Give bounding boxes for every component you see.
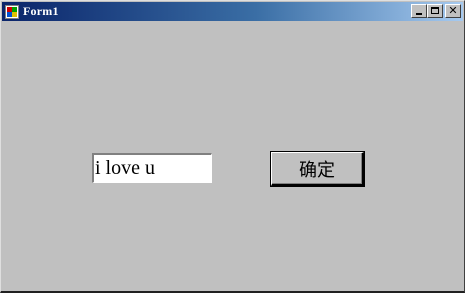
- minimize-icon: [416, 13, 422, 15]
- title-bar[interactable]: Form1 ✕: [2, 2, 463, 21]
- form-window: Form1 ✕ 确定: [0, 0, 465, 293]
- caption-buttons: ✕: [411, 4, 461, 18]
- maximize-icon: [431, 7, 439, 14]
- minimize-button[interactable]: [411, 4, 427, 18]
- confirm-button[interactable]: 确定: [270, 151, 365, 187]
- close-icon: ✕: [448, 4, 458, 17]
- maximize-button[interactable]: [427, 4, 443, 18]
- app-icon[interactable]: [5, 4, 19, 19]
- close-button[interactable]: ✕: [445, 4, 461, 18]
- text-input[interactable]: [91, 152, 213, 184]
- window-title: Form1: [23, 4, 59, 18]
